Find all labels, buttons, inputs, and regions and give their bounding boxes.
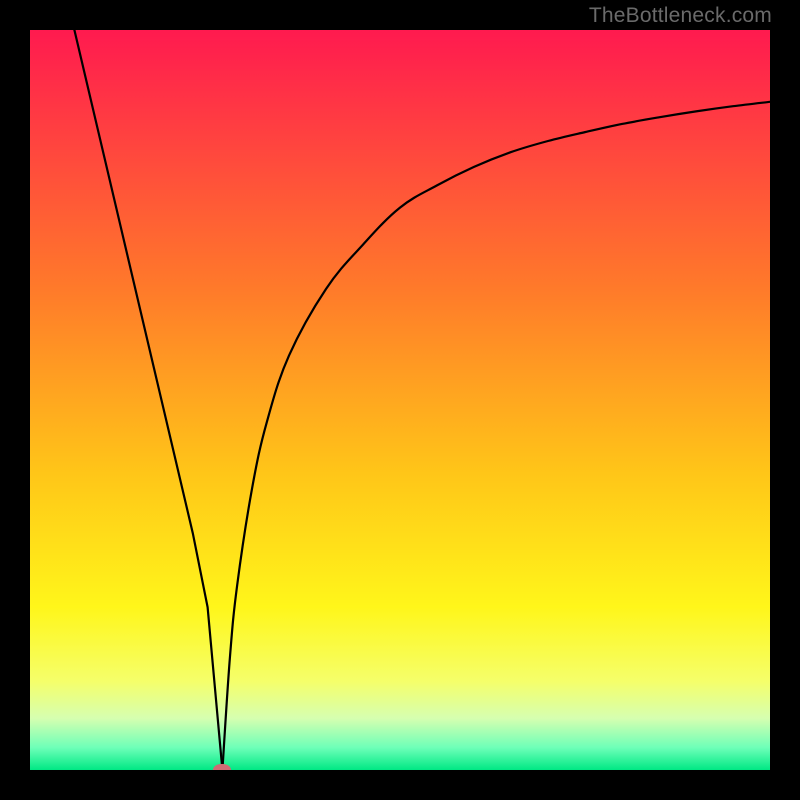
plot-area bbox=[30, 30, 770, 770]
minimum-marker bbox=[213, 764, 231, 770]
curve-layer bbox=[30, 30, 770, 770]
watermark-text: TheBottleneck.com bbox=[589, 4, 772, 28]
curve-left-branch bbox=[74, 30, 222, 770]
chart-frame: TheBottleneck.com bbox=[0, 0, 800, 800]
curve-right-branch bbox=[222, 102, 770, 770]
